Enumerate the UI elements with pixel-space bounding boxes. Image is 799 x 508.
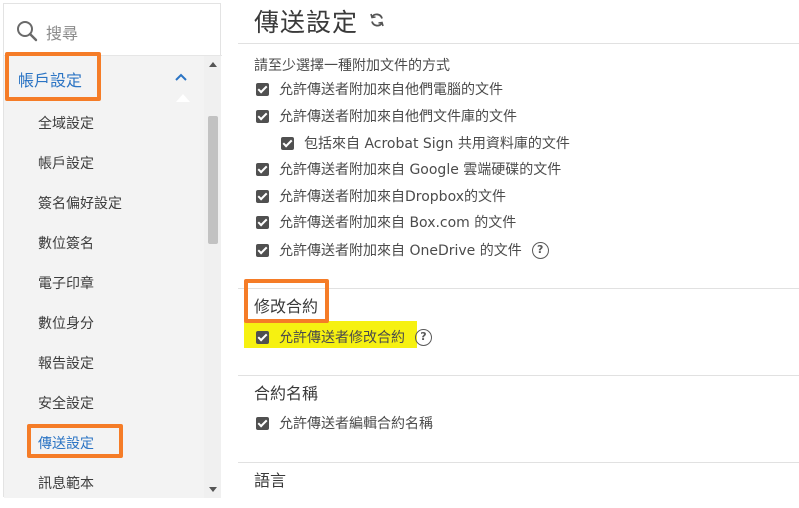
checkbox[interactable]: [256, 109, 269, 123]
send-settings-panel: 傳送設定 請至少選擇一種附加文件的方式 允許傳送者附加來自他們電腦的文件 允許傳…: [238, 0, 799, 508]
option-attach-from-google-drive[interactable]: 允許傳送者附加來自 Google 雲端硬碟的文件: [256, 159, 561, 179]
section-divider: [238, 462, 799, 463]
option-attach-from-library[interactable]: 允許傳送者附加來自他們文件庫的文件: [256, 106, 517, 126]
option-attach-from-computer[interactable]: 允許傳送者附加來自他們電腦的文件: [256, 79, 503, 99]
sidebar-item-security-settings[interactable]: 安全設定: [38, 392, 94, 416]
section-divider: [238, 375, 799, 376]
attach-methods-subtitle: 請至少選擇一種附加文件的方式: [254, 58, 450, 74]
help-icon[interactable]: ?: [531, 241, 549, 259]
search-box[interactable]: 搜尋: [4, 4, 222, 56]
checkbox[interactable]: [256, 82, 269, 96]
section-divider: [238, 43, 799, 44]
highlight-box-modify-agreement: [244, 279, 329, 323]
sidebar-item-global-settings[interactable]: 全域設定: [38, 112, 94, 136]
sidebar-scrollbar[interactable]: [204, 56, 221, 498]
checkbox[interactable]: [256, 243, 269, 257]
checkbox[interactable]: [256, 416, 269, 430]
option-label: 允許傳送者附加來自Dropbox的文件: [279, 189, 506, 205]
option-allow-edit-agreement-name[interactable]: 允許傳送者編輯合約名稱: [256, 413, 433, 433]
sidebar-item-digital-signatures[interactable]: 數位簽名: [38, 232, 94, 256]
sidebar-item-report-settings[interactable]: 報告設定: [38, 352, 94, 376]
option-label: 允許傳送者附加來自 OneDrive 的文件: [279, 243, 522, 259]
checkbox[interactable]: [256, 215, 269, 229]
checkbox[interactable]: [256, 189, 269, 203]
checkbox[interactable]: [256, 162, 269, 176]
help-icon[interactable]: ?: [415, 328, 432, 346]
option-label: 允許傳送者附加來自他們文件庫的文件: [279, 109, 517, 125]
chevron-up-icon[interactable]: [174, 72, 188, 82]
option-attach-from-dropbox[interactable]: 允許傳送者附加來自Dropbox的文件: [256, 186, 506, 206]
option-label: 允許傳送者修改合約: [279, 330, 405, 346]
option-label: 允許傳送者附加來自 Box.com 的文件: [279, 215, 517, 231]
page-title: 傳送設定: [254, 8, 359, 37]
scroll-down-arrow-icon[interactable]: [209, 487, 217, 492]
refresh-icon[interactable]: [369, 12, 385, 28]
agreement-name-heading: 合約名稱: [254, 384, 319, 403]
sidebar-item-digital-identity[interactable]: 數位身分: [38, 312, 94, 336]
sidebar-item-signature-preferences[interactable]: 簽名偏好設定: [38, 192, 122, 216]
option-label: 允許傳送者附加來自 Google 雲端硬碟的文件: [279, 162, 562, 178]
scrollbar-thumb[interactable]: [208, 116, 218, 244]
option-label: 允許傳送者附加來自他們電腦的文件: [279, 82, 503, 98]
checkbox[interactable]: [281, 136, 294, 150]
sidebar-item-account-settings[interactable]: 帳戶設定: [38, 152, 94, 176]
language-heading: 語言: [254, 471, 287, 490]
option-allow-modify-agreement[interactable]: 允許傳送者修改合約 ?: [256, 327, 432, 347]
sidebar-item-message-templates[interactable]: 訊息範本: [38, 472, 94, 496]
search-input[interactable]: 搜尋: [46, 20, 78, 44]
highlight-box-account-settings: [5, 52, 101, 101]
search-icon: [17, 21, 38, 42]
option-attach-from-onedrive[interactable]: 允許傳送者附加來自 OneDrive 的文件 ?: [256, 240, 549, 260]
scroll-up-arrow-icon[interactable]: [209, 62, 217, 67]
checkbox[interactable]: [256, 330, 269, 344]
highlight-box-send-settings: [27, 424, 123, 458]
option-include-shared-library[interactable]: 包括來自 Acrobat Sign 共用資料庫的文件: [281, 133, 570, 153]
group-notch: [176, 94, 190, 102]
sidebar-item-electronic-seals[interactable]: 電子印章: [38, 272, 94, 296]
option-attach-from-box[interactable]: 允許傳送者附加來自 Box.com 的文件: [256, 212, 516, 232]
option-label: 允許傳送者編輯合約名稱: [279, 416, 433, 432]
option-label: 包括來自 Acrobat Sign 共用資料庫的文件: [304, 136, 570, 152]
